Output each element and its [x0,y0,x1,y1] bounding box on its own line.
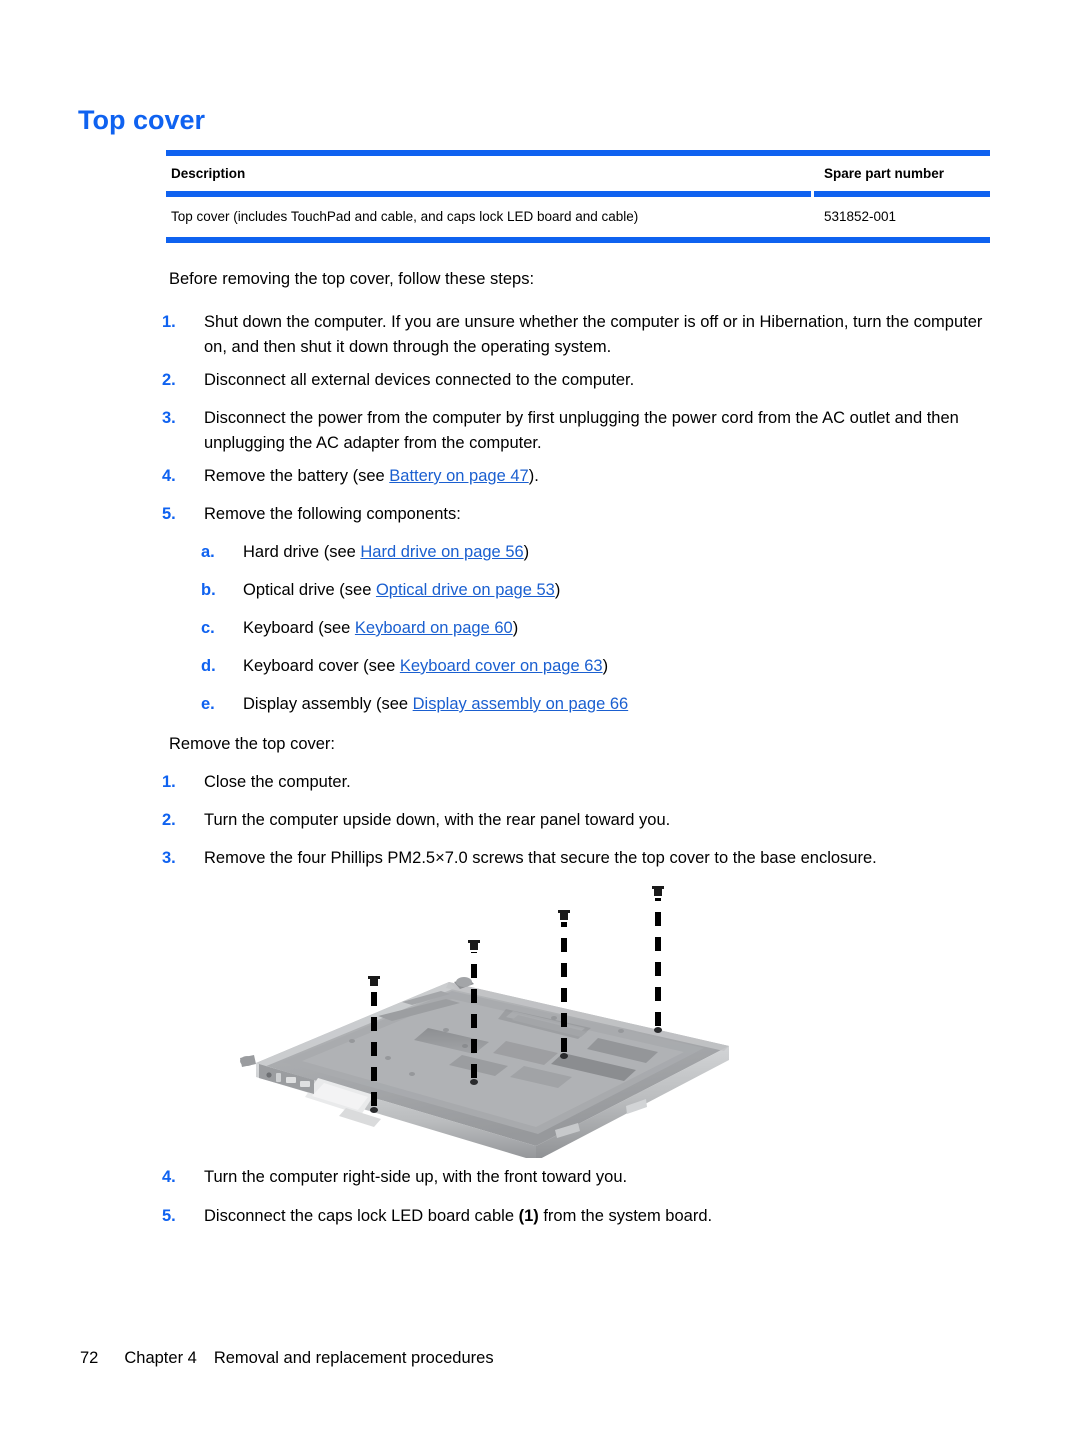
rule-segment-left [166,191,811,197]
sub-step-b: b. Optical drive (see Optical drive on p… [201,578,981,603]
sub-step-c: c. Keyboard (see Keyboard on page 60) [201,616,981,641]
screw-hole-3 [560,1053,568,1059]
before-step-5: 5. Remove the following components: [162,502,984,527]
sub-step-b-text-before: Optical drive (see [243,581,376,599]
before-step-4-text-after: ). [528,467,539,485]
screw-icon-2 [468,940,480,950]
before-step-3-text: Disconnect the power from the computer b… [204,409,959,452]
before-step-3-marker: 3. [162,409,176,427]
remove-step-5-text: Disconnect the caps lock LED board cable… [204,1204,984,1229]
link-display-assembly-page-66[interactable]: Display assembly on page 66 [413,695,629,713]
before-step-2-marker: 2. [162,371,176,389]
remove-step-5: 5. Disconnect the caps lock LED board ca… [162,1204,984,1229]
footer-page-number: 72 [80,1349,99,1367]
sub-step-e-text-before: Display assembly (see [243,695,413,713]
link-keyboard-cover-page-63[interactable]: Keyboard cover on page 63 [400,657,603,675]
before-step-2-text: Disconnect all external devices connecte… [204,371,635,389]
footer-chapter: Chapter 4 [124,1349,197,1367]
screw-hole-4 [654,1027,662,1033]
before-step-4-marker: 4. [162,467,176,485]
sub-step-b-marker: b. [201,581,216,599]
table-header-description: Description [171,166,246,181]
before-step-1-marker: 1. [162,313,176,331]
sub-step-d-text: Keyboard cover (see Keyboard cover on pa… [243,654,981,679]
remove-step-1: 1. Close the computer. [162,770,984,795]
remove-step-2-text: Turn the computer upside down, with the … [204,811,671,829]
table-header-row: Description Spare part number [166,156,990,191]
link-keyboard-page-60[interactable]: Keyboard on page 60 [355,619,513,637]
intro-remove-top-cover: Remove the top cover: [169,735,335,753]
remove-step-1-text: Close the computer. [204,773,351,791]
table-header-spare-part-number: Spare part number [824,166,945,181]
table-header-rule [166,191,990,197]
sub-step-c-text-before: Keyboard (see [243,619,355,637]
remove-step-5-marker: 5. [162,1207,176,1225]
remove-step-2-marker: 2. [162,811,176,829]
sub-step-a-text: Hard drive (see Hard drive on page 56) [243,540,981,565]
figure-base-enclosure-screws [206,878,766,1158]
footer-chapter-title: Removal and replacement procedures [213,1349,494,1367]
screw-icon-4 [652,886,664,896]
before-step-1-text: Shut down the computer. If you are unsur… [204,313,983,356]
link-battery-page-47[interactable]: Battery on page 47 [389,467,528,485]
before-step-1: 1. Shut down the computer. If you are un… [162,310,984,360]
table-bottom-rule [166,237,990,243]
remove-step-1-marker: 1. [162,773,176,791]
sub-step-e: e. Display assembly (see Display assembl… [201,692,981,717]
before-step-2: 2. Disconnect all external devices conne… [162,368,984,393]
screw-hole-1 [370,1107,378,1113]
before-step-5-marker: 5. [162,505,176,523]
screw-hole-2 [470,1079,478,1085]
sub-step-a-text-after: ) [523,543,530,561]
link-optical-drive-page-53[interactable]: Optical drive on page 53 [376,581,555,599]
page-title: Top cover [78,105,206,135]
sub-step-c-marker: c. [201,619,215,637]
sub-step-b-text-after: ) [554,581,561,599]
sub-step-a: a. Hard drive (see Hard drive on page 56… [201,540,981,565]
screw-icon-3 [558,910,570,920]
sub-step-d: d. Keyboard cover (see Keyboard cover on… [201,654,981,679]
link-hard-drive-page-56[interactable]: Hard drive on page 56 [360,543,523,561]
before-step-5-text: Remove the following components: [204,505,461,523]
remove-step-3: 3. Remove the four Phillips PM2.5×7.0 sc… [162,846,984,871]
sub-step-c-text-after: ) [512,619,519,637]
document-page: Top cover Description Spare part number … [0,0,1080,1437]
remove-step-5-text-before: Disconnect the caps lock LED board cable [204,1207,519,1225]
before-step-4-text: Remove the battery (see Battery on page … [204,464,984,489]
remove-step-3-text: Remove the four Phillips PM2.5×7.0 screw… [204,849,877,867]
remove-step-3-marker: 3. [162,849,176,867]
spec-table: Description Spare part number Top cover … [166,150,990,243]
remove-step-2: 2. Turn the computer upside down, with t… [162,808,984,833]
before-step-3: 3. Disconnect the power from the compute… [162,406,984,456]
table-row: Top cover (includes TouchPad and cable, … [166,197,990,237]
rule-segment-right [814,191,990,197]
remove-step-4-text: Turn the computer right-side up, with th… [204,1168,628,1186]
remove-step-4-marker: 4. [162,1168,176,1186]
table-cell-description: Top cover (includes TouchPad and cable, … [171,209,639,224]
screw-icon-1 [368,976,380,986]
sub-step-a-text-before: Hard drive (see [243,543,361,561]
before-step-4: 4. Remove the battery (see Battery on pa… [162,464,984,489]
before-step-4-text-before: Remove the battery (see [204,467,390,485]
table-cell-spare-part-number: 531852-001 [824,209,897,224]
sub-step-a-marker: a. [201,543,215,561]
sub-step-d-text-before: Keyboard cover (see [243,657,400,675]
page-footer: 72 Chapter 4 Removal and replacement pro… [80,1347,494,1369]
remove-step-4: 4. Turn the computer right-side up, with… [162,1165,984,1190]
sub-step-b-text: Optical drive (see Optical drive on page… [243,578,981,603]
sub-step-e-marker: e. [201,695,215,713]
sub-step-c-text: Keyboard (see Keyboard on page 60) [243,616,981,641]
sub-step-e-text: Display assembly (see Display assembly o… [243,692,981,717]
sub-step-d-marker: d. [201,657,216,675]
remove-step-5-text-after: from the system board. [538,1207,713,1225]
sub-step-d-text-after: ) [602,657,609,675]
remove-step-5-callout-ref: (1) [518,1207,539,1225]
intro-before-removing: Before removing the top cover, follow th… [169,270,535,288]
